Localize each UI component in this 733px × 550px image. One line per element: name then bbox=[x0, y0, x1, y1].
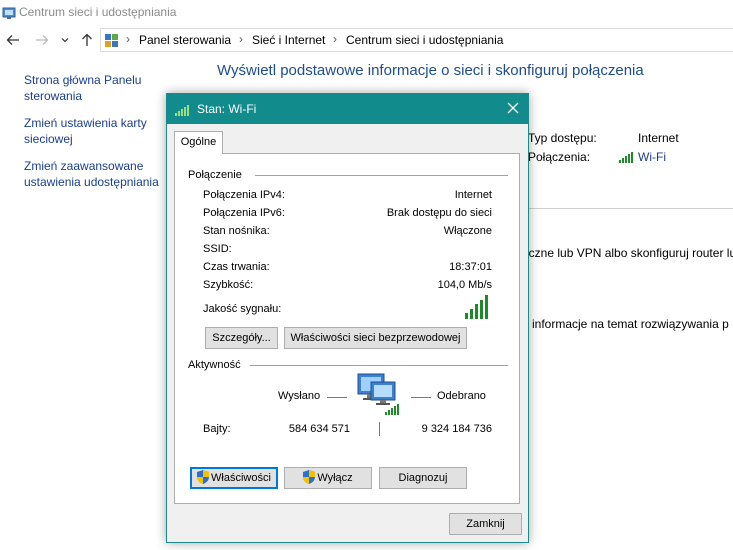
network-computers-icon bbox=[357, 373, 399, 415]
sent-label: Wysłano bbox=[278, 390, 321, 402]
signal-bar bbox=[485, 295, 488, 319]
shield-icon bbox=[303, 470, 316, 484]
left-navigation: Strona główna Panelu sterowania Zmień us… bbox=[24, 72, 174, 201]
bytes-received-value: 9 324 184 736 bbox=[421, 423, 492, 435]
properties-button-label: Właściwości bbox=[211, 472, 271, 484]
breadcrumb-item-sharing-center[interactable]: Centrum sieci i udostępniania bbox=[346, 33, 503, 47]
nav-link-adapter-settings[interactable]: Zmień ustawienia karty sieciowej bbox=[24, 115, 174, 147]
disable-button-label: Wyłącz bbox=[317, 472, 353, 484]
ipv6-label: Połączenia IPv6: bbox=[203, 207, 285, 219]
wifi-signal-icon bbox=[175, 105, 189, 116]
received-label: Odebrano bbox=[437, 390, 486, 402]
disable-button[interactable]: Wyłącz bbox=[284, 467, 372, 489]
tab-panel-general: Połączenie Połączenia IPv4: Internet Poł… bbox=[174, 153, 520, 504]
arrow-right-icon bbox=[36, 35, 49, 45]
ssid-label: SSID: bbox=[203, 243, 232, 255]
group-divider bbox=[255, 175, 508, 176]
dialog-title: Stan: Wi-Fi bbox=[197, 102, 257, 116]
wifi-status-dialog: Stan: Wi-Fi Ogólne Połączenie Połączenia… bbox=[166, 93, 529, 543]
signal-bar bbox=[475, 304, 478, 319]
arrow-left-icon bbox=[6, 35, 19, 45]
ipv6-value: Brak dostępu do sieci bbox=[386, 207, 492, 219]
details-button[interactable]: Szczegóły... bbox=[205, 327, 278, 349]
troubleshoot-text: j informacje na temat rozwiązywania p bbox=[526, 317, 729, 331]
address-row: › Panel sterowania › Sieć i Internet › C… bbox=[0, 27, 733, 53]
wifi-signal-icon bbox=[619, 152, 633, 163]
breadcrumb-item-network[interactable]: Sieć i Internet bbox=[252, 33, 325, 47]
breadcrumb-separator-icon: › bbox=[333, 32, 337, 46]
window-title: Centrum sieci i udostępniania bbox=[19, 5, 177, 19]
tab-general[interactable]: Ogólne bbox=[174, 131, 223, 154]
bytes-sent-value: 584 634 571 bbox=[288, 423, 350, 435]
connection-wifi-link[interactable]: Wi-Fi bbox=[638, 150, 666, 164]
shield-icon bbox=[197, 470, 210, 484]
nav-link-advanced-sharing[interactable]: Zmień zaawansowane ustawienia udostępnia… bbox=[24, 158, 174, 190]
close-button[interactable]: Zamknij bbox=[449, 513, 522, 535]
duration-value: 18:37:01 bbox=[449, 261, 492, 273]
diagnose-button[interactable]: Diagnozuj bbox=[379, 467, 467, 489]
dialog-titlebar: Stan: Wi-Fi bbox=[167, 94, 528, 124]
media-state-value: Włączone bbox=[443, 225, 492, 237]
back-button[interactable] bbox=[4, 30, 22, 50]
received-line bbox=[411, 397, 431, 398]
up-button[interactable] bbox=[78, 30, 96, 50]
ipv4-value: Internet bbox=[454, 189, 492, 201]
access-type-label: Typ dostępu: bbox=[528, 131, 597, 145]
media-state-label: Stan nośnika: bbox=[203, 225, 270, 237]
breadcrumb-separator-icon: › bbox=[126, 32, 130, 46]
bytes-label: Bajty: bbox=[203, 423, 231, 435]
window-titlebar: Centrum sieci i udostępniania bbox=[0, 0, 733, 26]
speed-value: 104,0 Mb/s bbox=[437, 279, 492, 291]
chevron-down-icon bbox=[61, 38, 69, 43]
connection-group-label: Połączenie bbox=[188, 169, 248, 181]
wireless-properties-button[interactable]: Właściwości sieci bezprzewodowej bbox=[284, 327, 467, 349]
sent-line bbox=[327, 397, 347, 398]
speed-label: Szybkość: bbox=[203, 279, 254, 291]
control-panel-icon bbox=[2, 7, 16, 19]
arrow-up-icon bbox=[82, 33, 92, 46]
breadcrumb-separator-icon: › bbox=[239, 32, 243, 46]
divider bbox=[528, 208, 733, 209]
group-divider bbox=[250, 365, 508, 366]
signal-bar bbox=[470, 308, 473, 319]
control-panel-icon bbox=[105, 34, 118, 47]
page-title: Wyświetl podstawowe informacje o sieci i… bbox=[217, 62, 644, 79]
forward-button[interactable] bbox=[33, 30, 51, 50]
activity-group-label: Aktywność bbox=[188, 359, 247, 371]
dialog-close-button[interactable] bbox=[503, 98, 523, 118]
signal-strength-indicator bbox=[465, 295, 495, 319]
breadcrumb-item-control-panel[interactable]: Panel sterowania bbox=[139, 33, 231, 47]
duration-label: Czas trwania: bbox=[203, 261, 270, 273]
close-icon bbox=[507, 102, 519, 114]
ipv4-label: Połączenia IPv4: bbox=[203, 189, 285, 201]
setup-connection-text: iczne lub VPN albo skonfiguruj router lu bbox=[526, 246, 733, 260]
signal-bar bbox=[465, 313, 468, 319]
properties-button[interactable]: Właściwości bbox=[190, 467, 278, 489]
recent-locations-button[interactable] bbox=[58, 30, 72, 50]
signal-bar bbox=[480, 299, 483, 319]
bytes-separator bbox=[379, 422, 380, 436]
access-type-value: Internet bbox=[638, 131, 679, 145]
signal-quality-label: Jakość sygnału: bbox=[203, 303, 282, 315]
nav-link-control-panel-home[interactable]: Strona główna Panelu sterowania bbox=[24, 72, 174, 104]
address-bar[interactable]: › Panel sterowania › Sieć i Internet › C… bbox=[100, 28, 733, 52]
connections-label: Połączenia: bbox=[528, 150, 591, 164]
